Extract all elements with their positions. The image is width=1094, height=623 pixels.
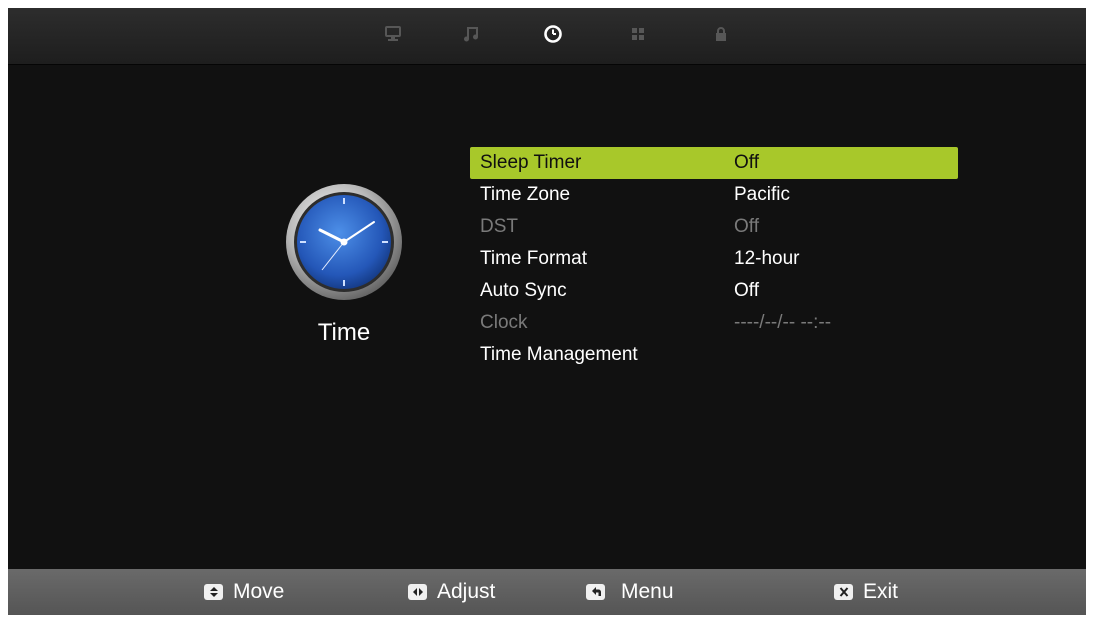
menu-item-label: DST bbox=[480, 216, 518, 237]
lock-icon bbox=[716, 27, 726, 41]
menu-item-label: Clock bbox=[480, 312, 528, 333]
time-settings-menu: Sleep Timer Off Time Zone Pacific DST Of… bbox=[470, 147, 958, 371]
clock-icon bbox=[544, 25, 562, 43]
hint-adjust: Adjust bbox=[408, 569, 495, 615]
menu-item-label: Sleep Timer bbox=[480, 152, 582, 173]
hint-label: Exit bbox=[863, 580, 899, 603]
tab-sound[interactable] bbox=[459, 22, 483, 46]
hint-label: Adjust bbox=[437, 580, 496, 603]
monitor-icon bbox=[385, 26, 401, 41]
left-right-key-icon bbox=[408, 584, 427, 600]
menu-item-clock: Clock ----/--/-- --:-- bbox=[470, 307, 958, 339]
tab-lock[interactable] bbox=[709, 22, 733, 46]
menu-item-value: Off bbox=[734, 280, 759, 301]
menu-item-label: Time Management bbox=[480, 344, 638, 365]
menu-item-auto-sync[interactable]: Auto Sync Off bbox=[470, 275, 958, 307]
x-key-icon bbox=[834, 584, 853, 600]
menu-item-value: Off bbox=[734, 152, 759, 173]
tab-picture[interactable] bbox=[381, 22, 405, 46]
clock-icon bbox=[284, 182, 404, 302]
hint-move: Move bbox=[204, 569, 284, 615]
menu-item-sleep-timer[interactable]: Sleep Timer Off bbox=[470, 147, 958, 179]
menu-item-value: ----/--/-- --:-- bbox=[734, 312, 832, 333]
key-hint-bar: Move Adjust Menu Exit bbox=[8, 569, 1086, 615]
hint-label: Menu bbox=[621, 580, 674, 603]
tv-menu-screen: Time Sleep Timer Off Time Zone Pacific D… bbox=[8, 8, 1086, 615]
grid-icon bbox=[632, 28, 644, 40]
menu-item-value: 12-hour bbox=[734, 248, 800, 269]
page-title: Time bbox=[317, 319, 371, 346]
hint-exit: Exit bbox=[834, 569, 898, 615]
menu-item-time-format[interactable]: Time Format 12-hour bbox=[470, 243, 958, 275]
menu-item-label: Time Format bbox=[480, 248, 587, 269]
tab-time[interactable] bbox=[541, 22, 565, 46]
menu-item-label: Time Zone bbox=[480, 184, 571, 205]
hint-menu: Menu bbox=[586, 569, 674, 615]
menu-item-value: Pacific bbox=[734, 184, 790, 205]
up-down-key-icon bbox=[204, 584, 223, 600]
tab-setup[interactable] bbox=[626, 22, 650, 46]
top-tab-bar bbox=[8, 8, 1086, 65]
hint-label: Move bbox=[233, 580, 285, 603]
music-note-icon bbox=[464, 27, 478, 42]
menu-item-value: Off bbox=[734, 216, 759, 237]
menu-item-time-zone[interactable]: Time Zone Pacific bbox=[470, 179, 958, 211]
menu-return-key-icon bbox=[586, 584, 605, 600]
main-panel: Time Sleep Timer Off Time Zone Pacific D… bbox=[8, 65, 1086, 569]
menu-item-label: Auto Sync bbox=[480, 280, 567, 301]
menu-item-dst: DST Off bbox=[470, 211, 958, 243]
menu-item-time-management[interactable]: Time Management bbox=[470, 339, 958, 371]
